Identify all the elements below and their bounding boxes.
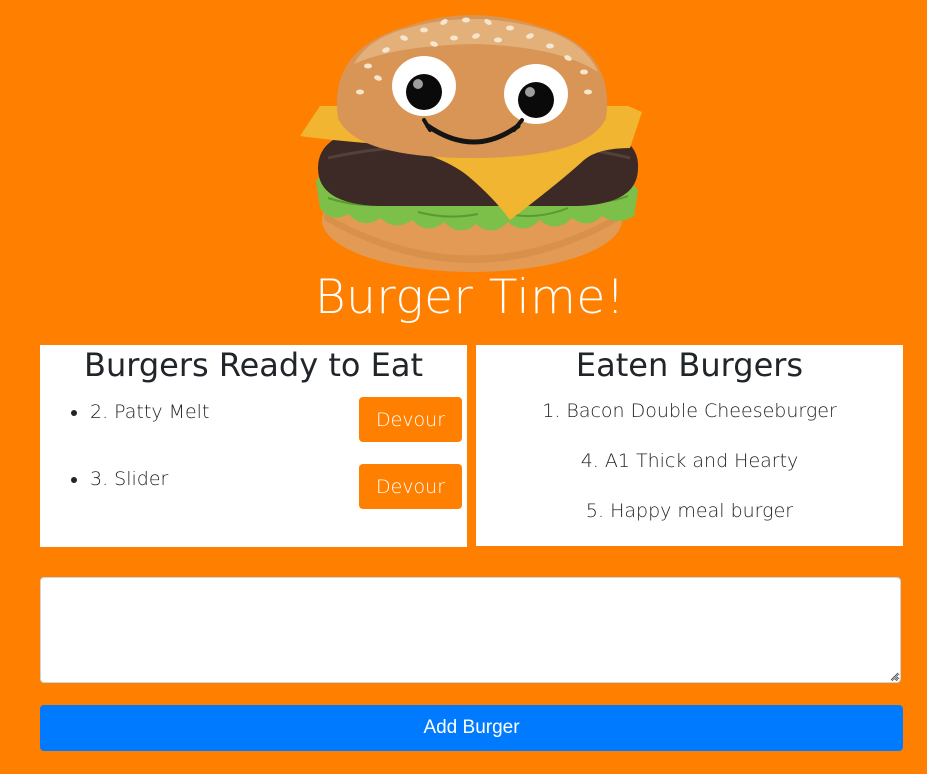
list-item: 1. Bacon Double Cheeseburger [542,400,837,422]
list-item: 2. Patty Melt Devour [40,397,467,447]
ready-burgers-panel: Burgers Ready to Eat 2. Patty Melt Devou… [40,345,467,547]
list-item: 5. Happy meal burger [585,500,794,522]
list-item: 4. A1 Thick and Hearty [580,450,799,472]
list-item: 3. Slider Devour [40,464,467,514]
eaten-burgers-panel: Eaten Burgers 1. Bacon Double Cheeseburg… [476,345,903,546]
bullet-icon [71,477,77,483]
eaten-burgers-heading: Eaten Burgers [575,346,804,384]
devour-button[interactable]: Devour [359,397,462,442]
smiling-burger-icon [300,15,642,272]
burger-name: 2. Patty Melt [90,401,210,423]
ready-burgers-heading: Burgers Ready to Eat [83,346,423,384]
bullet-icon [71,410,77,416]
burger-name-input[interactable] [40,577,901,683]
add-burger-button[interactable]: Add Burger [40,705,903,751]
resize-grip-icon[interactable] [889,671,899,681]
page-title: Burger Time! [314,270,626,325]
devour-button[interactable]: Devour [359,464,462,509]
burger-name: 3. Slider [90,468,169,490]
